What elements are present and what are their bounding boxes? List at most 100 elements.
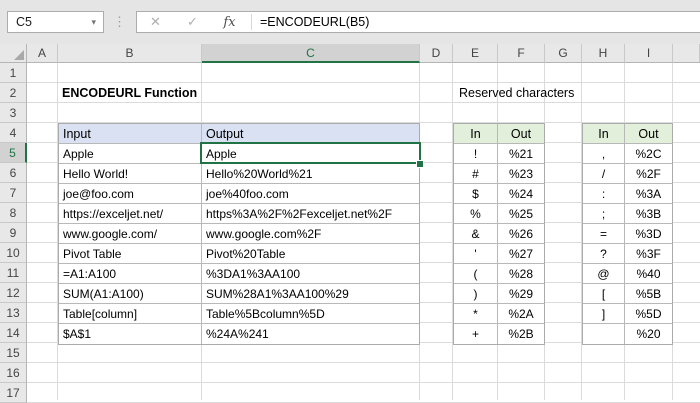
table-cell[interactable]: Hello%20World%21 [202,164,419,183]
table-cell[interactable]: + [454,324,498,344]
row-header-3[interactable]: 3 [0,103,27,123]
table-cell[interactable]: Table[column] [59,304,202,323]
table-cell[interactable]: %2F [625,164,672,183]
table-cell[interactable]: %3A [625,184,672,203]
table-cell[interactable]: %3B [625,204,672,223]
table-cell[interactable]: %5B [625,284,672,303]
table-cell[interactable] [583,324,625,344]
table-cell[interactable]: %2A [498,304,544,323]
chevron-down-icon[interactable]: ▾ [91,17,103,28]
table-cell[interactable]: Apple [202,144,419,163]
table-cell[interactable]: ( [454,264,498,283]
table-cell[interactable]: $ [454,184,498,203]
table-cell[interactable]: https://exceljet.net/ [59,204,202,223]
table-cell[interactable]: Table%5Bcolumn%5D [202,304,419,323]
row-header-14[interactable]: 14 [0,323,27,343]
table-cell[interactable]: %5D [625,304,672,323]
enter-icon[interactable]: ✓ [174,14,211,30]
fill-handle[interactable] [416,160,424,168]
table-cell[interactable]: %3F [625,244,672,263]
row-header-4[interactable]: 4 [0,123,27,143]
table-cell[interactable]: ] [583,304,625,323]
table-cell[interactable]: ) [454,284,498,303]
table-cell[interactable]: ; [583,204,625,223]
row-header-11[interactable]: 11 [0,263,27,283]
table-cell[interactable]: & [454,224,498,243]
row-header-17[interactable]: 17 [0,383,27,403]
table-cell[interactable]: @ [583,264,625,283]
table-cell[interactable]: %40 [625,264,672,283]
table-header-cell[interactable]: Output [202,124,419,143]
table-cell[interactable]: # [454,164,498,183]
column-header-E[interactable]: E [453,44,498,63]
table-cell[interactable]: Pivot%20Table [202,244,419,263]
formula-input[interactable]: ✕ ✓ fx =ENCODEURL(B5) [136,11,700,33]
table-cell[interactable]: %3DA1%3AA100 [202,264,419,283]
table-cell[interactable]: SUM(A1:A100) [59,284,202,303]
column-header-H[interactable]: H [582,44,625,63]
column-header-C[interactable]: C [202,44,420,63]
reserved-characters-label[interactable]: Reserved characters [459,83,574,103]
table-cell[interactable]: % [454,204,498,223]
select-all-button[interactable] [0,44,27,63]
column-header-I[interactable]: I [625,44,673,63]
table-cell[interactable]: joe%40foo.com [202,184,419,203]
table-cell[interactable]: : [583,184,625,203]
table-cell[interactable]: www.google.com/ [59,224,202,243]
cancel-icon[interactable]: ✕ [137,14,174,30]
sheet-title-cell[interactable]: ENCODEURL Function [62,83,197,103]
table-cell[interactable]: %24 [498,184,544,203]
table-cell[interactable]: $A$1 [59,324,202,344]
sheet-grid[interactable]: 1 2 3 4 5 6 7 8 9 10 11 12 13 14 15 16 17 ENCODEURL Func… [0,63,700,403]
formula-text[interactable]: =ENCODEURL(B5) [255,15,369,29]
table-cell[interactable]: %26 [498,224,544,243]
table-cell[interactable]: , [583,144,625,163]
table-cell[interactable]: %29 [498,284,544,303]
table-cell[interactable]: ! [454,144,498,163]
table-cell[interactable]: * [454,304,498,323]
name-box[interactable]: C5 ▾ [7,11,104,33]
table-cell[interactable]: %23 [498,164,544,183]
table-header-cell[interactable]: In [583,124,625,143]
table-cell[interactable]: %25 [498,204,544,223]
column-header-A[interactable]: A [27,44,58,63]
table-cell[interactable]: Apple [59,144,202,163]
row-header-12[interactable]: 12 [0,283,27,303]
column-header-D[interactable]: D [420,44,453,63]
table-cell[interactable]: =A1:A100 [59,264,202,283]
table-cell[interactable]: %21 [498,144,544,163]
table-cell[interactable]: %2C [625,144,672,163]
table-cell[interactable]: www.google.com%2F [202,224,419,243]
column-header-F[interactable]: F [498,44,545,63]
table-cell[interactable]: %3D [625,224,672,243]
table-header-cell[interactable]: Out [498,124,544,143]
row-header-16[interactable]: 16 [0,363,27,383]
table-cell[interactable]: = [583,224,625,243]
row-header-15[interactable]: 15 [0,343,27,363]
table-header-cell[interactable]: In [454,124,498,143]
table-header-cell[interactable]: Out [625,124,672,143]
table-cell[interactable]: Pivot Table [59,244,202,263]
row-header-7[interactable]: 7 [0,183,27,203]
row-header-9[interactable]: 9 [0,223,27,243]
row-header-8[interactable]: 8 [0,203,27,223]
table-cell[interactable]: ? [583,244,625,263]
table-cell[interactable]: SUM%28A1%3AA100%29 [202,284,419,303]
table-cell[interactable]: ' [454,244,498,263]
row-header-2[interactable]: 2 [0,83,27,103]
row-header-5[interactable]: 5 [0,143,27,163]
table-cell[interactable]: joe@foo.com [59,184,202,203]
table-cell[interactable]: [ [583,284,625,303]
table-cell[interactable]: %28 [498,264,544,283]
table-cell[interactable]: Hello World! [59,164,202,183]
table-header-cell[interactable]: Input [59,124,202,143]
table-cell[interactable]: %20 [625,324,672,344]
table-cell[interactable]: / [583,164,625,183]
table-cell[interactable]: https%3A%2F%2Fexceljet.net%2F [202,204,419,223]
row-header-1[interactable]: 1 [0,63,27,83]
table-cell[interactable]: %24A%241 [202,324,419,344]
row-header-10[interactable]: 10 [0,243,27,263]
insert-function-icon[interactable]: fx [211,15,248,30]
table-cell[interactable]: %27 [498,244,544,263]
table-cell[interactable]: %2B [498,324,544,344]
